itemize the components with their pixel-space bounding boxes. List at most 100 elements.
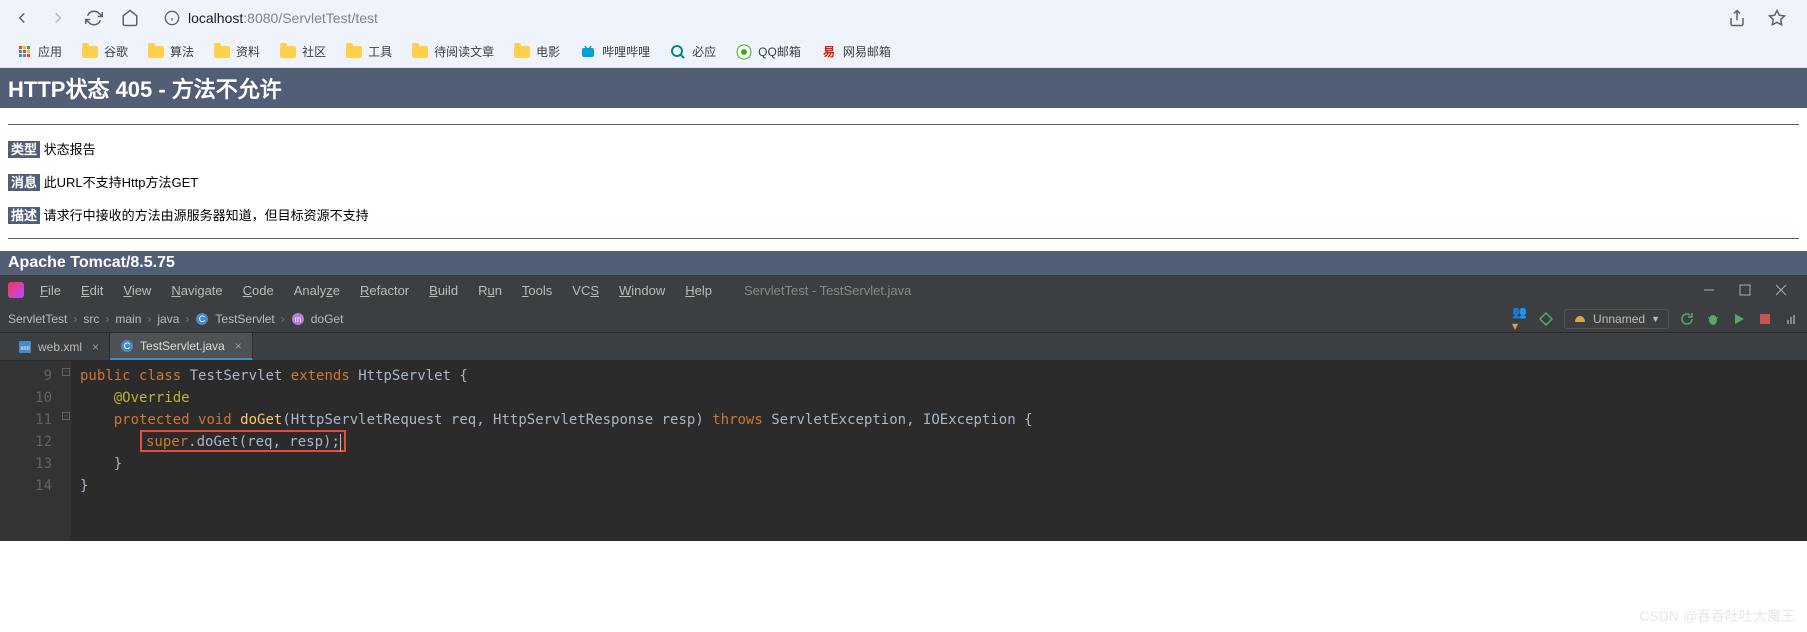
bookmark-star-button[interactable] [1763,4,1791,32]
url-text: localhost:8080/ServletTest/test [188,10,378,26]
method-icon: m [291,312,305,326]
tab-label: TestServlet.java [140,339,225,353]
maximize-button[interactable] [1739,284,1751,296]
bilibili-icon [580,44,596,60]
text-cursor [340,434,341,452]
reload-button[interactable] [80,4,108,32]
folder-icon [214,44,230,60]
ide-navigation-bar: ServletTest› src› main› java› C TestServ… [0,305,1807,333]
bookmark-folder[interactable]: 电影 [506,39,568,64]
menu-vcs[interactable]: VCS [564,279,607,302]
fold-toggle[interactable]: − [62,368,70,376]
bing-icon [670,44,686,60]
bookmark-link[interactable]: QQ邮箱 [728,39,809,64]
menu-refactor[interactable]: Refactor [352,279,417,302]
profiler-button[interactable] [1783,311,1799,327]
menu-build[interactable]: Build [421,279,466,302]
bookmark-folder[interactable]: 谷歌 [74,39,136,64]
folder-icon [412,44,428,60]
tomcat-icon [1573,312,1587,326]
apps-button[interactable]: 应用 [8,39,70,64]
csdn-watermark: CSDN @吞吞吐吐大魔王 [1639,606,1795,626]
user-icon[interactable]: 👥▾ [1512,311,1528,327]
ide-window-title: ServletTest - TestServlet.java [744,283,911,298]
ide-menu-bar: File Edit View Navigate Code Analyze Ref… [0,275,1807,305]
svg-text:m: m [294,315,301,324]
menu-view[interactable]: View [115,279,159,302]
svg-text:C: C [199,314,206,324]
bookmark-link[interactable]: 易网易邮箱 [813,39,899,64]
bookmark-folder[interactable]: 工具 [338,39,400,64]
error-heading: HTTP状态 405 - 方法不允许 [0,68,1807,108]
site-info-icon[interactable] [164,10,180,26]
url-bar[interactable]: localhost:8080/ServletTest/test [152,3,1715,33]
folder-icon [346,44,362,60]
rerun-button[interactable] [1679,311,1695,327]
fold-gutter: − − [60,361,72,541]
error-type-line: 类型 状态报告 [8,139,1799,158]
folder-icon [148,44,164,60]
divider [8,124,1799,125]
tab-testservlet-java[interactable]: C TestServlet.java × [110,333,253,360]
back-button[interactable] [8,4,36,32]
chevron-down-icon: ▼ [1651,314,1660,324]
fold-toggle[interactable]: − [62,412,70,420]
class-icon: C [195,312,209,326]
bookmark-folder[interactable]: 资料 [206,39,268,64]
menu-file[interactable]: File [32,279,69,302]
bookmark-folder[interactable]: 算法 [140,39,202,64]
browser-toolbar: localhost:8080/ServletTest/test [0,0,1807,36]
tomcat-version: Apache Tomcat/8.5.75 [0,251,1807,275]
close-icon[interactable]: × [92,340,99,354]
tab-web-xml[interactable]: xml web.xml × [8,333,110,360]
netease-mail-icon: 易 [821,44,837,60]
minimize-button[interactable] [1703,284,1715,296]
svg-text:易: 易 [823,45,835,59]
menu-edit[interactable]: Edit [73,279,111,302]
java-class-icon: C [120,339,134,353]
bookmark-folder[interactable]: 社区 [272,39,334,64]
divider [8,238,1799,239]
debug-button[interactable] [1705,311,1721,327]
home-button[interactable] [116,4,144,32]
error-message-line: 消息 此URL不支持Http方法GET [8,172,1799,191]
svg-text:xml: xml [20,346,29,352]
menu-tools[interactable]: Tools [514,279,560,302]
menu-navigate[interactable]: Navigate [163,279,230,302]
close-button[interactable] [1775,284,1787,296]
forward-button[interactable] [44,4,72,32]
stop-button[interactable] [1757,311,1773,327]
menu-code[interactable]: Code [235,279,282,302]
breadcrumb[interactable]: ServletTest› src› main› java› C TestServ… [8,312,343,326]
folder-icon [514,44,530,60]
line-number-gutter: 9 10 11 12 13 14 [0,361,60,541]
bookmarks-bar: 应用 谷歌 算法 资料 社区 工具 待阅读文章 电影 哔哩哔哩 必应 QQ邮箱 … [0,36,1807,68]
xml-file-icon: xml [18,340,32,354]
error-description-line: 描述 请求行中接收的方法由源服务器知道，但目标资源不支持 [8,205,1799,224]
bookmark-folder[interactable]: 待阅读文章 [404,39,502,64]
ide-window: File Edit View Navigate Code Analyze Ref… [0,275,1807,541]
intellij-logo-icon [8,282,24,298]
close-icon[interactable]: × [235,339,242,353]
qqmail-icon [736,44,752,60]
bookmark-link[interactable]: 必应 [662,39,724,64]
tomcat-error-page: HTTP状态 405 - 方法不允许 类型 状态报告 消息 此URL不支持Htt… [0,68,1807,275]
menu-run[interactable]: Run [470,279,510,302]
folder-icon [82,44,98,60]
tab-label: web.xml [38,340,82,354]
menu-window[interactable]: Window [611,279,673,302]
apps-label: 应用 [38,43,62,60]
apps-grid-icon [16,44,32,60]
code-editor[interactable]: 9 10 11 12 13 14 − − public class TestSe… [0,361,1807,541]
folder-icon [280,44,296,60]
run-configuration-selector[interactable]: Unnamed ▼ [1564,309,1669,329]
bookmark-link[interactable]: 哔哩哔哩 [572,39,658,64]
build-icon[interactable] [1538,311,1554,327]
menu-help[interactable]: Help [677,279,720,302]
run-button[interactable] [1731,311,1747,327]
highlighted-code: super.doGet(req, resp); [140,430,346,452]
code-area[interactable]: public class TestServlet extends HttpSer… [72,361,1807,541]
svg-text:C: C [124,341,131,351]
menu-analyze[interactable]: Analyze [286,279,348,302]
share-button[interactable] [1723,4,1751,32]
